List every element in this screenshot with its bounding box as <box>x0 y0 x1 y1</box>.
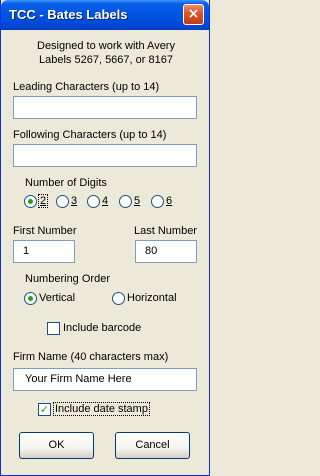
digits-radio-3[interactable] <box>56 195 69 208</box>
number-of-digits-label: Number of Digits <box>25 177 107 189</box>
digits-radio-2[interactable] <box>24 195 37 208</box>
first-number-label: First Number <box>13 225 77 237</box>
close-icon: × <box>187 6 200 22</box>
bates-labels-dialog: TCC - Bates Labels × Designed to work wi… <box>0 0 210 476</box>
digits-option-5-label: 5 <box>134 195 141 207</box>
include-barcode-checkbox[interactable] <box>47 322 60 335</box>
include-date-stamp-checkbox[interactable]: ✓ <box>38 403 51 416</box>
digits-option-6-label: 6 <box>166 195 173 207</box>
title-bar[interactable]: TCC - Bates Labels × <box>1 0 209 30</box>
include-date-stamp-label: Include date stamp <box>53 402 150 416</box>
order-horizontal-label: Horizontal <box>127 292 177 304</box>
cancel-button[interactable]: Cancel <box>115 432 190 459</box>
numbering-order-label: Numbering Order <box>25 273 110 285</box>
firm-name-label: Firm Name (40 characters max) <box>13 351 169 363</box>
digits-option-3-label: 3 <box>71 195 78 207</box>
digits-radio-4[interactable] <box>87 195 100 208</box>
leading-characters-label: Leading Characters (up to 14) <box>13 81 160 93</box>
following-characters-label: Following Characters (up to 14) <box>13 129 167 141</box>
intro-line-1: Designed to work with Avery <box>37 40 175 52</box>
include-barcode-label: Include barcode <box>63 322 142 334</box>
last-number-label: Last Number <box>134 225 197 237</box>
close-button[interactable]: × <box>183 4 204 25</box>
ok-button[interactable]: OK <box>19 432 94 459</box>
digits-option-4-label: 4 <box>102 195 109 207</box>
digits-radio-6[interactable] <box>151 195 164 208</box>
window-title: TCC - Bates Labels <box>9 7 128 22</box>
intro-line-2: Labels 5267, 5667, or 8167 <box>39 54 173 66</box>
following-characters-input[interactable] <box>13 144 197 167</box>
leading-characters-input[interactable] <box>13 96 197 119</box>
digits-option-2-label: 2 <box>37 194 49 208</box>
first-number-input[interactable]: 1 <box>13 240 75 263</box>
firm-name-input[interactable]: Your Firm Name Here <box>13 368 197 391</box>
digits-radio-5[interactable] <box>119 195 132 208</box>
last-number-input[interactable]: 80 <box>135 240 197 263</box>
order-vertical-radio[interactable] <box>24 292 37 305</box>
order-horizontal-radio[interactable] <box>112 292 125 305</box>
order-vertical-label: Vertical <box>39 292 76 304</box>
